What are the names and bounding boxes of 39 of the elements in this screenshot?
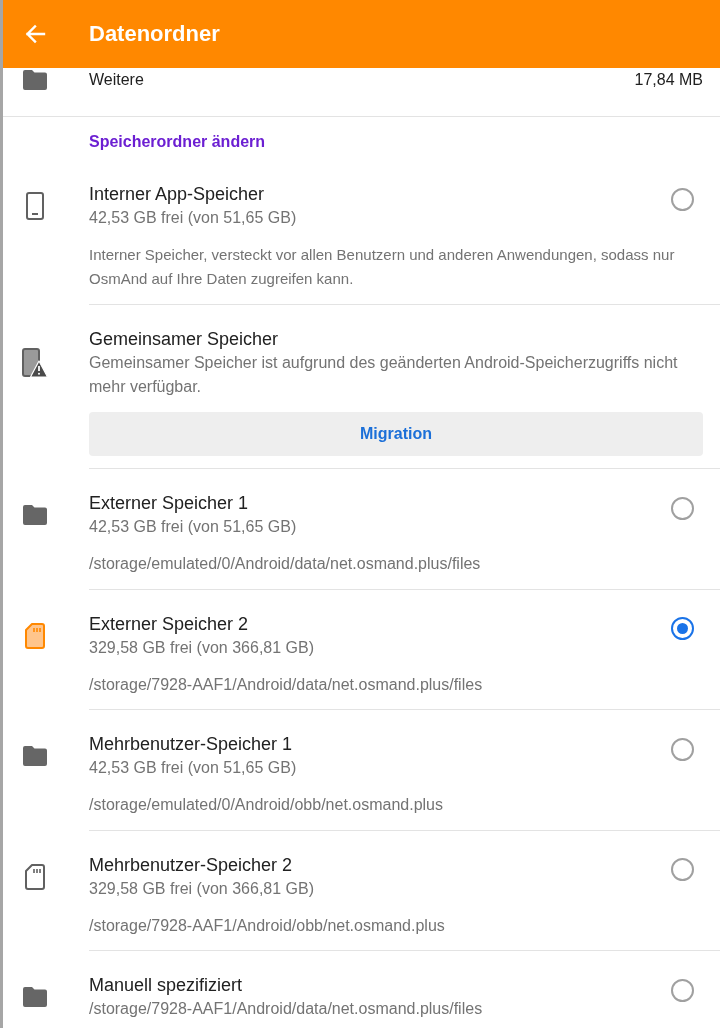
radio-button[interactable] bbox=[671, 737, 694, 761]
folder-icon bbox=[23, 505, 47, 525]
radio-button[interactable] bbox=[671, 496, 694, 520]
storage-title: Mehrbenutzer-Speicher 1 bbox=[89, 733, 294, 756]
phone-warning-icon bbox=[22, 347, 48, 378]
storage-path: /storage/emulated/0/Android/obb/net.osmand.plus bbox=[89, 795, 444, 815]
radio-button[interactable] bbox=[671, 858, 694, 881]
storage-title: Manuell spezifiziert bbox=[89, 974, 244, 997]
storage-description: Interner Speicher, versteckt vor allen Benutzern und anderen Anwendungen, sodass nur OsmAnd auf Ihre Daten zugreifen kann. bbox=[89, 245, 676, 289]
storage-title: Interner App-Speicher bbox=[89, 183, 266, 206]
back-arrow-icon bbox=[23, 22, 47, 46]
storage-free-space: 42,53 GB frei (von 51,65 GB) bbox=[89, 517, 298, 537]
storage-notice: Gemeinsamer Speicher ist aufgrund des geänderten Android-Speicherzugriffs nicht mehr verfügbar. bbox=[89, 352, 679, 397]
radio-button[interactable] bbox=[671, 187, 694, 211]
section-title: Speicherordner ändern bbox=[88, 132, 267, 152]
data-size-value: 17,84 MB bbox=[634, 70, 703, 90]
storage-title: Mehrbenutzer-Speicher 2 bbox=[89, 853, 294, 877]
radio-button[interactable] bbox=[671, 617, 694, 640]
screen-title: Datenordner bbox=[89, 20, 220, 48]
folder-icon bbox=[23, 987, 47, 1007]
storage-path: /storage/7928-AAF1/Android/obb/net.osmand.plus bbox=[89, 915, 446, 936]
storage-free-space: 329,58 GB frei (von 366,81 GB) bbox=[89, 637, 315, 658]
migrate-button[interactable]: Migration bbox=[89, 411, 703, 456]
storage-title: Gemeinsamer Speicher bbox=[89, 327, 280, 351]
data-category-label: Weitere bbox=[89, 70, 145, 90]
storage-free-space: 42,53 GB frei (von 51,65 GB) bbox=[89, 208, 298, 228]
storage-free-space: 42,53 GB frei (von 51,65 GB) bbox=[89, 758, 298, 778]
storage-path: /storage/7928-AAF1/Android/data/net.osmand.plus/files bbox=[89, 999, 484, 1019]
storage-path: /storage/7928-AAF1/Android/data/net.osmand.plus/files bbox=[89, 674, 484, 695]
storage-path: /storage/emulated/0/Android/data/net.osmand.plus/files bbox=[89, 554, 482, 574]
radio-button[interactable] bbox=[671, 978, 694, 1002]
storage-title: Externer Speicher 2 bbox=[89, 612, 250, 636]
sd-card-icon bbox=[25, 622, 45, 649]
phone-icon bbox=[26, 192, 44, 220]
storage-title: Externer Speicher 1 bbox=[89, 492, 250, 515]
folder-icon bbox=[23, 70, 47, 90]
folder-icon bbox=[23, 746, 47, 766]
sd-card-icon bbox=[25, 863, 45, 890]
storage-free-space: 329,58 GB frei (von 366,81 GB) bbox=[89, 878, 315, 899]
